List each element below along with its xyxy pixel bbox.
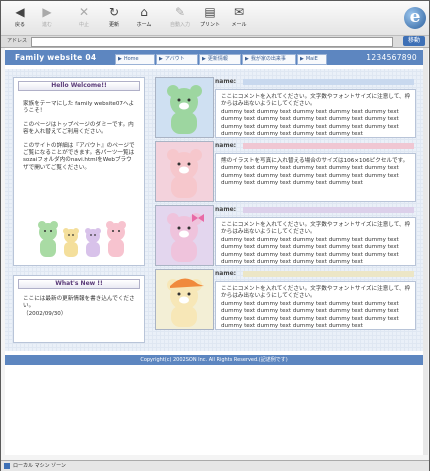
entry-card: name: ここにコメントを入れてください。文字数やフォントサイズに注意して、枠… [155, 269, 416, 330]
entry-text: 熊のイラストを写真に入れ替える場合のサイズは106×106ピクセルです。 dum… [221, 158, 409, 187]
entry-name-label: name: [215, 206, 237, 213]
entry-name-label: name: [215, 142, 237, 149]
entry-photo [155, 141, 214, 202]
browser-window: ◀ 戻る ▶ 進む ✕ 中止 ↻ 更新 ⌂ ホーム ✎ 自動入力 ▤ プリント ✉ メール e … [0, 0, 430, 471]
entry-photo [155, 77, 214, 138]
entry-comment-box: ここにコメントを入れてください。文字数やフォントサイズに注意して、枠からはみ出な… [215, 217, 416, 266]
entry-name-row: name: [215, 142, 414, 150]
scrollbar[interactable] [423, 48, 428, 455]
back-icon: ◀ [15, 5, 25, 19]
entry-comment-box: ここにコメントを入れてください。文字数やフォントサイズに注意して、枠からはみ出な… [215, 281, 416, 330]
bear-green [38, 221, 58, 257]
home-button[interactable]: ⌂ ホーム [131, 3, 157, 33]
entry-text: ここにコメントを入れてください。文字数やフォントサイズに注意して、枠からはみ出な… [221, 286, 411, 330]
entry-name-row: name: [215, 78, 414, 86]
nav-updates[interactable]: ▶ 更新情報 [199, 54, 241, 65]
address-bar: アドレス 移動 [1, 36, 429, 48]
web-page: Family website 04 ▶ Home ▶ アバウト ▶ 更新情報 ▶ 我が家… [5, 48, 423, 455]
news-panel: What's New !! ここには最新の更新情報を書き込んでください。 （20… [13, 275, 145, 343]
welcome-panel: Hello Welcome!! 家族をテーマにした family website… [13, 77, 145, 266]
browser-logo-icon: e [404, 7, 426, 29]
news-heading: What's New !! [18, 279, 140, 289]
entry-photo [155, 205, 214, 266]
site-header: Family website 04 ▶ Home ▶ アバウト ▶ 更新情報 ▶ 我が家… [5, 50, 423, 65]
arrow-right-icon: ▶ [159, 56, 163, 62]
site-footer: Copyright(c) 2002SON Inc. All Rights Res… [5, 355, 423, 365]
autofill-icon: ✎ [174, 5, 186, 19]
bear-illustration [167, 278, 204, 327]
nav-mail[interactable]: ▶ MaiE [297, 54, 327, 65]
nav-events[interactable]: ▶ 我が家の出来事 [242, 54, 296, 65]
forward-icon: ▶ [42, 5, 52, 19]
bear-illustration [167, 149, 202, 198]
address-input[interactable] [31, 37, 393, 47]
entry-name-label: name: [215, 78, 237, 85]
refresh-button[interactable]: ↻ 更新 [101, 3, 127, 33]
name-bar [243, 143, 414, 149]
autofill-button[interactable]: ✎ 自動入力 [167, 3, 193, 33]
entry-photo [155, 269, 214, 330]
arrow-right-icon: ▶ [118, 56, 122, 62]
arrow-right-icon: ▶ [245, 56, 249, 62]
entry-text: ここにコメントを入れてください。文字数やフォントサイズに注意して、枠からはみ出な… [221, 222, 411, 266]
stop-icon: ✕ [78, 5, 90, 19]
mail-button[interactable]: ✉ メール [226, 3, 252, 33]
bear-purple [85, 228, 101, 257]
refresh-icon: ↻ [108, 5, 120, 19]
arrow-right-icon: ▶ [202, 56, 206, 62]
status-bar: ローカル マシン ゾーン [1, 460, 429, 471]
entry-text: ここにコメントを入れてください。文字数やフォントサイズに注意して、枠からはみ出な… [221, 94, 411, 138]
toolbar: ◀ 戻る ▶ 進む ✕ 中止 ↻ 更新 ⌂ ホーム ✎ 自動入力 ▤ プリント ✉ メール e [1, 1, 429, 36]
home-icon: ⌂ [140, 5, 148, 19]
welcome-heading: Hello Welcome!! [18, 81, 140, 91]
bear-pink [106, 221, 126, 257]
forward-button[interactable]: ▶ 進む [34, 3, 60, 33]
nav-home[interactable]: ▶ Home [115, 54, 155, 65]
address-label: アドレス [7, 38, 28, 44]
stop-button[interactable]: ✕ 中止 [71, 3, 97, 33]
name-bar [243, 79, 414, 85]
nav-about[interactable]: ▶ アバウト [156, 54, 198, 65]
arrow-right-icon: ▶ [300, 56, 304, 62]
bear-illustration [167, 85, 202, 134]
content-band: Hello Welcome!! 家族をテーマにした family website… [5, 69, 423, 351]
print-button[interactable]: ▤ プリント [197, 3, 223, 33]
status-text: ローカル マシン ゾーン [13, 463, 66, 469]
welcome-text: 家族をテーマにした family website07へようこそ！ このページはト… [23, 101, 135, 171]
entry-name-label: name: [215, 270, 237, 277]
back-button[interactable]: ◀ 戻る [7, 3, 33, 33]
phone-number: 1234567890 [366, 53, 417, 62]
entry-name-row: name: [215, 206, 414, 214]
site-title: Family website 04 [15, 53, 97, 62]
entry-card: name: ここにコメントを入れてください。文字数やフォントサイズに注意して、枠… [155, 205, 416, 266]
entry-comment-box: ここにコメントを入れてください。文字数やフォントサイズに注意して、枠からはみ出な… [215, 89, 416, 138]
bear-yellow [63, 228, 79, 257]
mail-icon: ✉ [233, 5, 245, 19]
name-bar [243, 271, 414, 277]
bear-family-illustration [38, 221, 126, 257]
entry-name-row: name: [215, 270, 414, 278]
bear-illustration [167, 213, 204, 262]
news-text: ここには最新の更新情報を書き込んでください。 （2002/09/30） [23, 296, 135, 317]
name-bar [243, 207, 414, 213]
entry-comment-box: 熊のイラストを写真に入れ替える場合のサイズは106×106ピクセルです。 dum… [215, 153, 416, 202]
print-icon: ▤ [204, 5, 216, 19]
entry-card: name: 熊のイラストを写真に入れ替える場合のサイズは106×106ピクセルで… [155, 141, 416, 202]
zone-icon [4, 463, 10, 469]
entry-card: name: ここにコメントを入れてください。文字数やフォントサイズに注意して、枠… [155, 77, 416, 138]
go-button[interactable]: 移動 [402, 36, 425, 46]
